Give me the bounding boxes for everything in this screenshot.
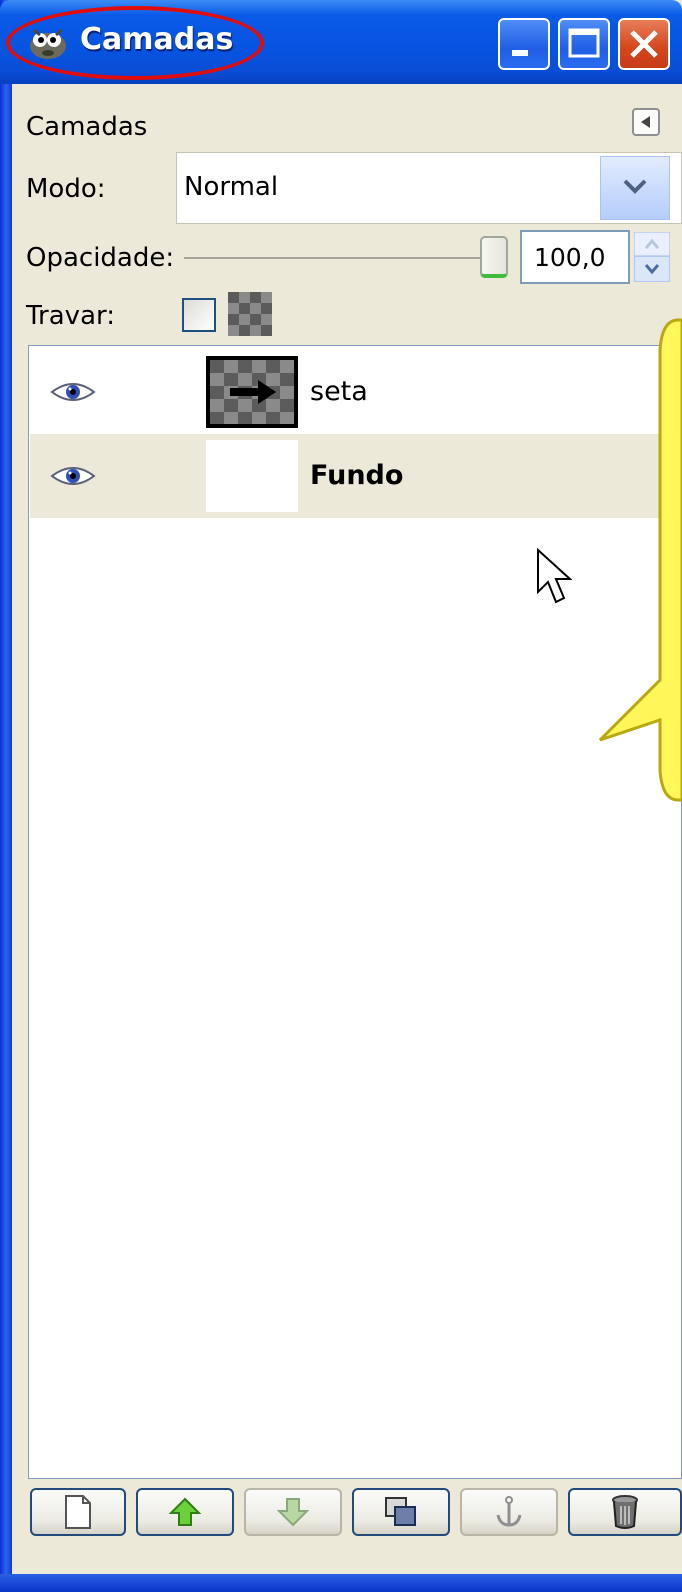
annotation-ellipse	[6, 6, 264, 80]
opacity-decrement-button[interactable]	[634, 256, 670, 282]
opacity-slider-track[interactable]	[184, 257, 496, 259]
layer-thumbnail-arrow	[206, 356, 298, 428]
trash-icon	[612, 1495, 638, 1529]
duplicate-layer-button[interactable]	[352, 1488, 450, 1536]
new-layer-button[interactable]	[30, 1488, 126, 1536]
lock-pixels-checkbox[interactable]	[182, 298, 216, 332]
eye-icon[interactable]	[50, 380, 96, 404]
opacity-slider-thumb[interactable]	[480, 236, 508, 278]
minimize-button[interactable]	[498, 18, 550, 70]
mode-label: Modo:	[26, 174, 106, 204]
opacity-increment-button[interactable]	[634, 232, 670, 256]
layers-dialog-window: Camadas Camadas Modo: Normal Opacidade: …	[0, 0, 682, 1592]
lock-alpha-icon[interactable]	[228, 292, 272, 336]
layer-row-selected[interactable]: Fundo	[30, 434, 682, 518]
raise-layer-icon	[169, 1497, 201, 1526]
duplicate-layer-icon	[385, 1497, 416, 1526]
mode-value: Normal	[184, 172, 279, 202]
layer-name: Fundo	[310, 460, 404, 491]
opacity-label: Opacidade:	[26, 243, 175, 273]
close-button[interactable]	[618, 18, 670, 70]
arrow-down-icon	[644, 264, 660, 275]
pane-tab-label: Camadas	[26, 112, 148, 142]
layer-name: seta	[310, 376, 368, 407]
eye-icon[interactable]	[50, 464, 96, 488]
delete-layer-button[interactable]	[568, 1488, 682, 1536]
title-bar[interactable]: Camadas	[0, 0, 682, 84]
chevron-down-icon	[623, 179, 647, 194]
opacity-value: 100,0	[534, 243, 606, 272]
window-frame-bottom	[0, 1574, 682, 1592]
anchor-layer-button[interactable]	[460, 1488, 558, 1536]
lower-layer-icon	[277, 1498, 309, 1527]
window-frame-left	[0, 0, 12, 1592]
mouse-pointer-icon	[537, 548, 572, 604]
lower-layer-button[interactable]	[244, 1488, 342, 1536]
maximize-button[interactable]	[558, 18, 610, 70]
pane-menu-button[interactable]	[632, 108, 660, 136]
new-layer-icon	[65, 1495, 91, 1529]
close-icon	[630, 30, 658, 58]
lock-label: Travar:	[26, 301, 115, 331]
speech-callout	[598, 318, 682, 802]
mode-dropdown-button[interactable]	[600, 156, 670, 220]
raise-layer-button[interactable]	[136, 1488, 234, 1536]
layer-row[interactable]: seta	[30, 350, 682, 434]
triangle-left-icon	[641, 116, 650, 128]
layer-thumbnail-white	[206, 440, 298, 512]
minimize-icon	[512, 50, 528, 56]
arrow-up-icon	[644, 238, 660, 249]
maximize-icon	[568, 28, 600, 58]
anchor-layer-icon	[496, 1496, 522, 1527]
